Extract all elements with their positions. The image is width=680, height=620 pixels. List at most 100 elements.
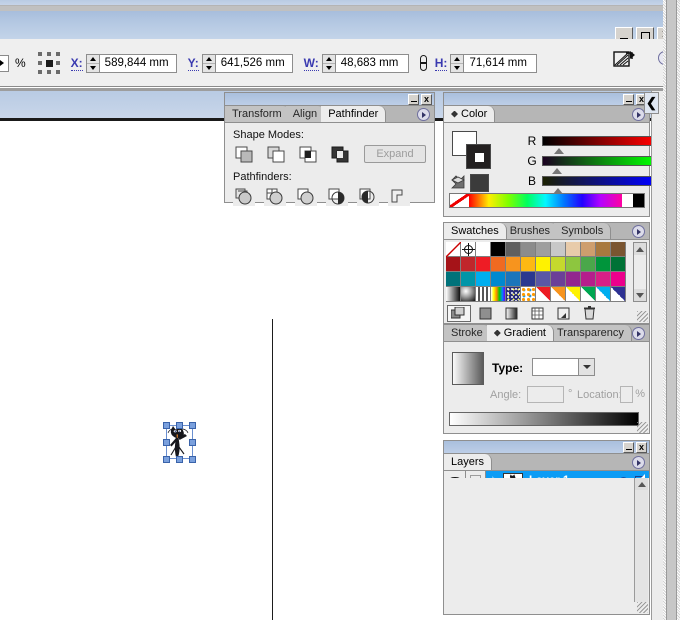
selection-handle[interactable] [163,456,170,463]
tab-align[interactable]: Align [285,106,326,122]
outer-scroll-column[interactable] [663,0,680,620]
tab-symbols[interactable]: Symbols [554,223,612,239]
gradient-ramp-slider[interactable] [449,412,639,426]
swatch-cell[interactable] [536,257,551,272]
gradient-panel-menu-icon[interactable] [632,327,645,340]
spectrum-none-icon[interactable] [450,194,469,207]
gradient-preview-swatch[interactable] [452,352,484,385]
intersect-shape-areas-icon[interactable] [297,144,319,164]
swatch-cell[interactable] [536,287,551,302]
swatch-cell[interactable] [596,287,611,302]
swatch-cell[interactable] [476,287,491,302]
swatch-cell[interactable] [506,287,521,302]
height-stepper[interactable] [451,54,465,72]
add-to-shape-area-icon[interactable] [233,144,255,164]
height-input[interactable]: 71,614 mm [450,53,538,73]
document-title-bar[interactable]: ✕ [0,11,680,44]
swatch-cell[interactable] [581,257,596,272]
height-field-group[interactable]: H: 71,614 mm [434,53,538,73]
red-slider-track[interactable] [542,136,655,154]
trim-icon[interactable] [264,186,286,206]
width-stepper[interactable] [322,54,336,72]
swatch-cell[interactable] [551,287,566,302]
outer-scrollbar-track[interactable] [666,0,677,620]
selection-handle[interactable] [176,456,183,463]
swatch-cell[interactable] [536,242,551,257]
swatch-cell[interactable] [581,272,596,287]
swatch-cell[interactable] [506,242,521,257]
tab-color[interactable]: Color [444,106,496,122]
tab-gradient[interactable]: Gradient [486,325,554,341]
y-input[interactable]: 641,526 mm [201,53,293,73]
tab-brushes[interactable]: Brushes [502,223,559,239]
show-color-swatches-icon[interactable] [473,305,497,322]
expand-button[interactable]: Expand [364,145,426,163]
swatch-cell[interactable] [446,257,461,272]
tab-stroke[interactable]: Stroke [444,325,491,341]
swatch-cell[interactable] [611,287,626,302]
selection-handle[interactable] [163,422,170,429]
x-input[interactable]: 589,844 mm [85,53,177,73]
layers-panel-menu-icon[interactable] [632,456,645,469]
swatches-scroll-down-icon[interactable] [634,289,646,301]
outline-icon[interactable] [357,186,379,206]
spectrum-ramp[interactable] [469,194,622,207]
swatch-cell[interactable] [491,242,506,257]
swatch-cell[interactable] [491,257,506,272]
subtract-from-shape-area-icon[interactable] [265,144,287,164]
swatch-cell[interactable] [566,257,581,272]
swatch-cell[interactable] [521,257,536,272]
delete-swatch-icon[interactable] [577,305,601,322]
reference-point-icon[interactable] [37,52,60,74]
swatches-grid[interactable] [445,241,626,302]
divide-icon[interactable] [233,186,255,206]
swatch-cell[interactable] [581,242,596,257]
swatch-cell[interactable] [461,272,476,287]
fill-swatch[interactable] [466,144,491,169]
swatch-cell[interactable] [476,242,491,257]
pathfinder-minimize-button[interactable] [408,94,419,105]
swatch-cell[interactable] [596,257,611,272]
swatch-cell[interactable] [476,272,491,287]
selection-handle[interactable] [176,422,183,429]
layers-minimize-button[interactable] [623,442,634,453]
swatch-cell[interactable] [521,242,536,257]
zoom-dropdown-arrow[interactable] [0,54,9,72]
last-color-swatch[interactable] [470,174,489,192]
layers-scrollbar[interactable] [634,478,648,602]
color-title-bar[interactable]: x [444,93,649,106]
tab-layers[interactable]: Layers [444,454,493,470]
layers-title-bar[interactable]: x [444,441,649,454]
swatch-cell[interactable] [461,257,476,272]
pathfinder-panel-menu-icon[interactable] [417,108,430,121]
gradient-location-input[interactable] [620,386,633,403]
swatch-cell[interactable] [476,257,491,272]
tab-transform[interactable]: Transform [225,106,290,122]
swatch-cell[interactable] [461,287,476,302]
merge-icon[interactable] [295,186,317,206]
swatch-cell[interactable] [566,242,581,257]
tab-swatches[interactable]: Swatches [444,223,507,239]
fill-stroke-swatch[interactable] [452,131,492,169]
gradient-type-select[interactable] [532,358,595,376]
layers-resize-grip[interactable] [637,602,648,613]
exclude-overlapping-shape-areas-icon[interactable] [329,144,351,164]
show-pattern-swatches-icon[interactable] [525,305,549,322]
swatch-cell[interactable] [611,272,626,287]
color-minimize-button[interactable] [623,94,634,105]
swatch-libraries-icon[interactable] [447,304,471,322]
new-swatch-icon[interactable] [551,305,575,322]
swatch-cell[interactable] [596,242,611,257]
green-slider-track[interactable] [542,156,655,174]
swatch-cell[interactable] [581,287,596,302]
swatch-cell[interactable] [461,242,476,257]
layers-scroll-up-icon[interactable] [635,478,648,490]
spectrum-white-black[interactable] [622,194,644,207]
swatch-cell[interactable] [491,272,506,287]
transform-again-icon[interactable] [612,49,638,73]
y-stepper[interactable] [202,54,216,72]
selection-handle[interactable] [163,439,170,446]
minus-back-icon[interactable] [388,186,410,206]
gradient-angle-input[interactable] [527,386,564,403]
swatches-grid-area[interactable] [444,240,649,303]
